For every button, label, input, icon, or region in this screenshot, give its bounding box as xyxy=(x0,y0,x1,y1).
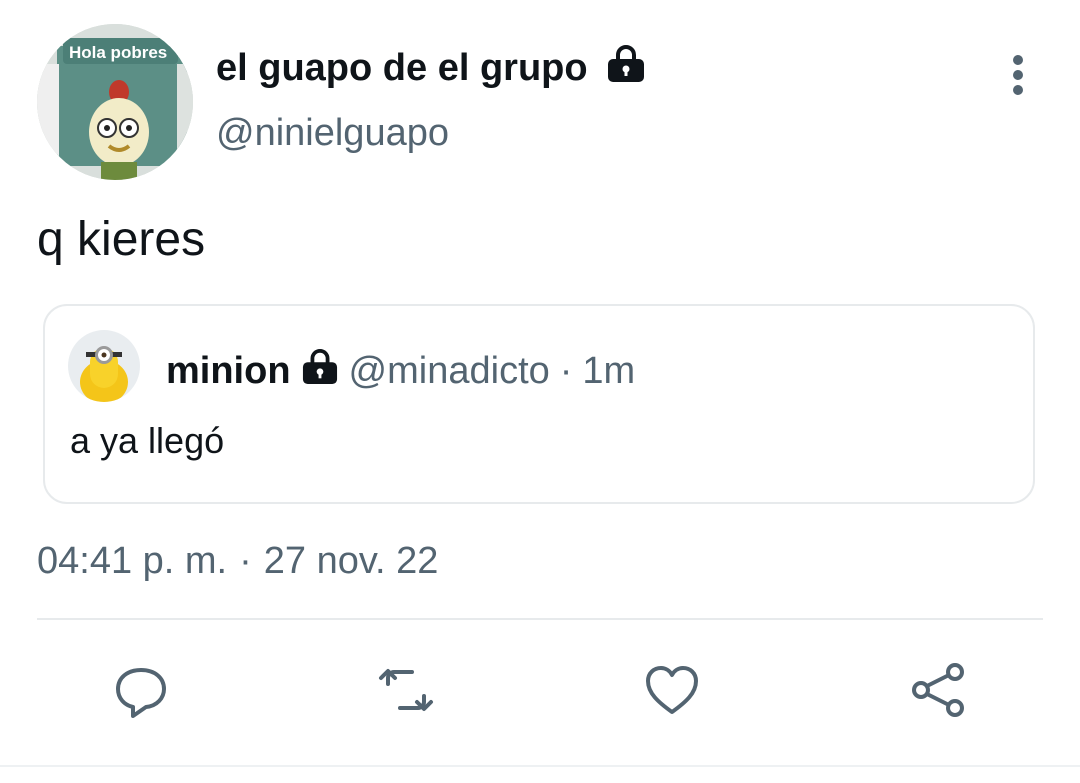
author-handle[interactable]: @ninielguapo xyxy=(216,112,449,155)
retweet-icon xyxy=(379,669,433,711)
quoted-tweet-card[interactable] xyxy=(43,304,1035,504)
lock-icon xyxy=(301,348,339,394)
more-options-button[interactable] xyxy=(1000,52,1036,98)
tweet-timestamp: 04:41 p. m. · 27 nov. 22 xyxy=(37,540,438,583)
quoted-handle[interactable]: @minadicto xyxy=(349,350,550,393)
quoted-author-avatar[interactable] xyxy=(68,330,140,402)
share-button[interactable] xyxy=(903,654,975,726)
divider xyxy=(37,618,1043,620)
author-avatar[interactable]: Hola pobres xyxy=(37,24,193,180)
quoted-separator: · xyxy=(559,349,573,392)
avatar-image: Hola pobres xyxy=(37,24,193,180)
retweet-button[interactable] xyxy=(370,654,442,726)
quoted-relative-time: 1m xyxy=(582,349,636,392)
author-name-row: el guapo de el grupo xyxy=(216,44,646,92)
heart-icon xyxy=(646,666,698,714)
quoted-tweet-header: minion @minadicto · 1m xyxy=(166,348,635,394)
tweet-text: q kieres xyxy=(37,213,206,266)
like-button[interactable] xyxy=(636,654,708,726)
tweet-date: 27 nov. 22 xyxy=(263,540,439,582)
svg-text:Hola pobres: Hola pobres xyxy=(69,43,167,62)
minion-avatar-image xyxy=(68,330,140,402)
share-icon xyxy=(912,663,964,717)
bottom-divider xyxy=(0,765,1080,767)
timestamp-separator: · xyxy=(239,540,252,582)
reply-icon xyxy=(116,668,166,718)
lock-icon xyxy=(606,44,646,92)
more-vertical-icon xyxy=(1013,55,1023,95)
tweet-time: 04:41 p. m. xyxy=(37,540,228,582)
reply-button[interactable] xyxy=(105,654,177,726)
quoted-display-name[interactable]: minion xyxy=(166,350,291,393)
quoted-tweet-text: a ya llegó xyxy=(70,420,225,461)
author-display-name[interactable]: el guapo de el grupo xyxy=(216,47,588,90)
